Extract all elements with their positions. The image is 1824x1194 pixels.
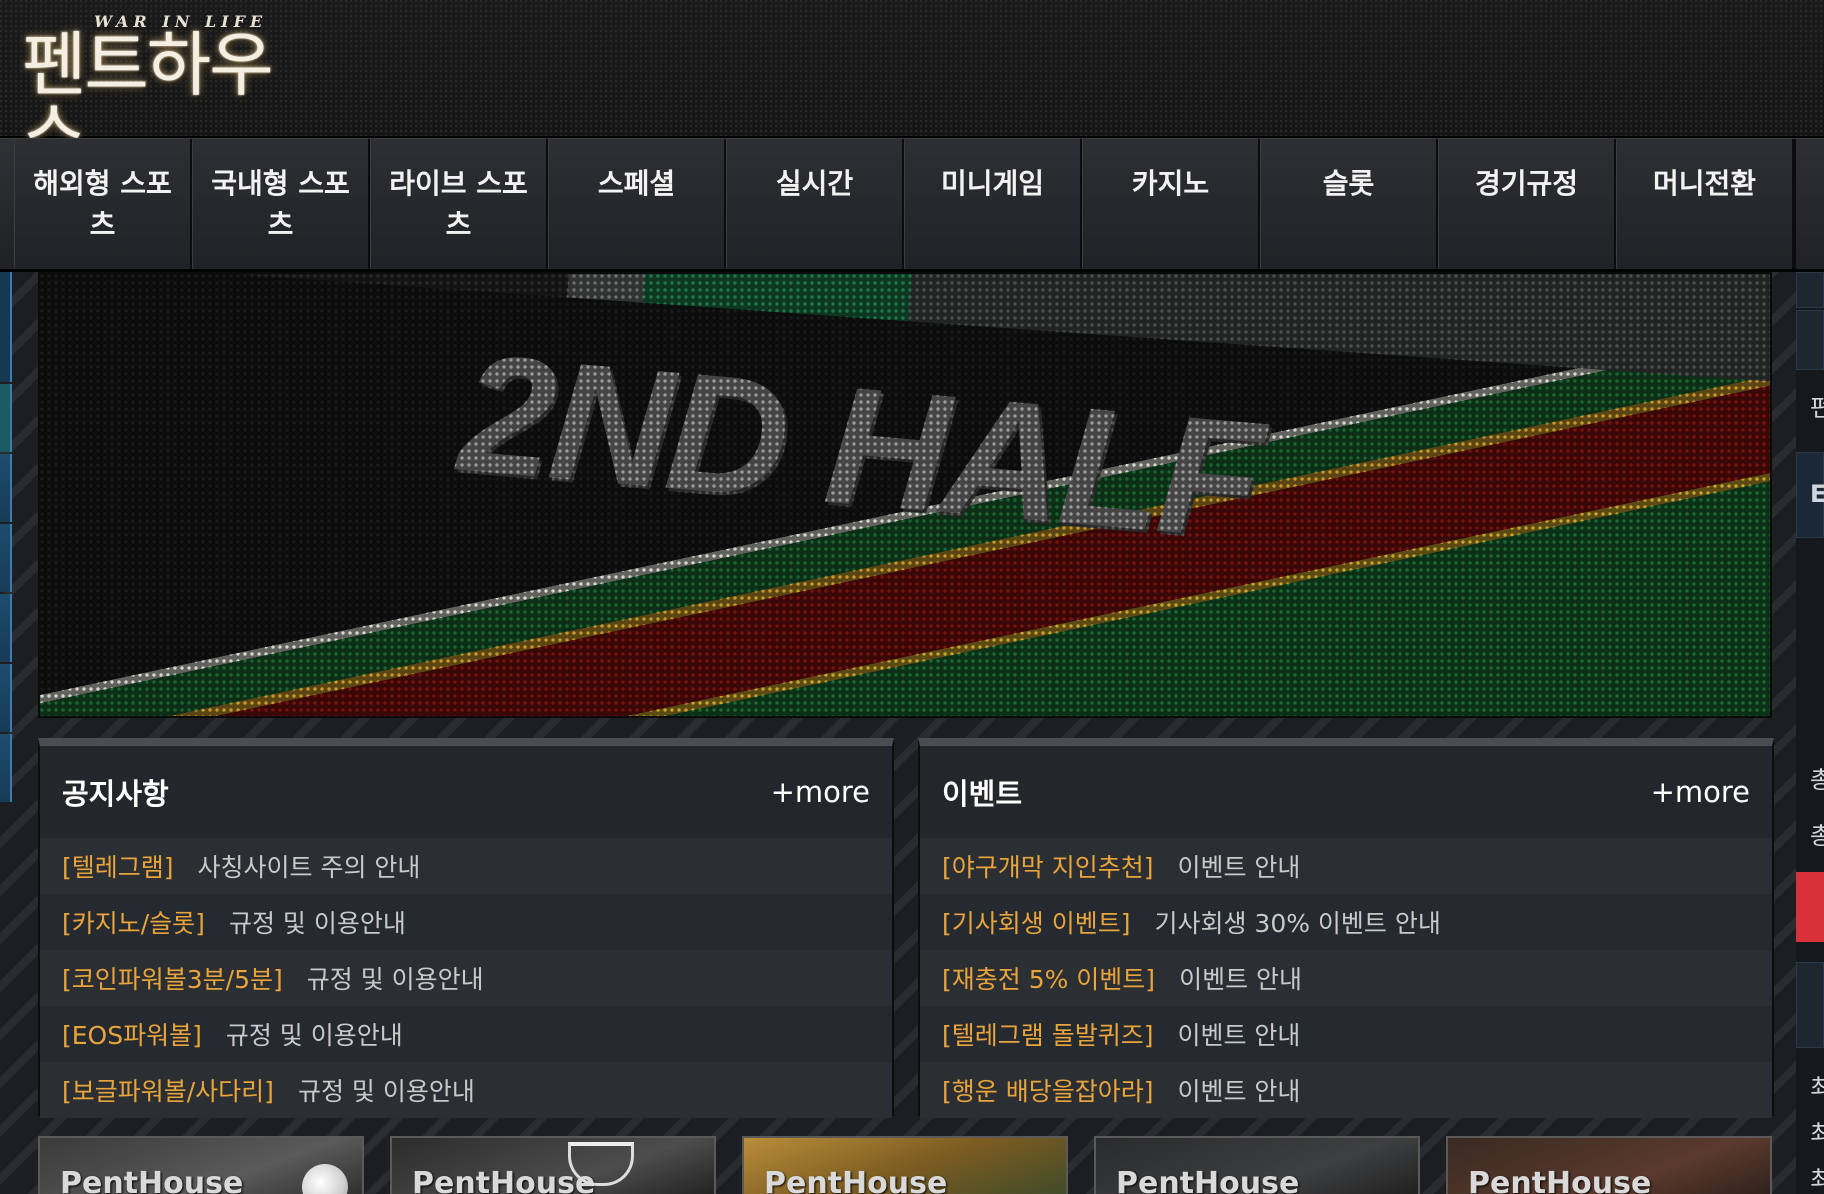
right-strip-text: E <box>1810 480 1824 508</box>
notice-title: 공지사항 <box>62 777 169 811</box>
notice-more-link[interactable]: +more <box>771 775 870 809</box>
event-row-tag: [텔레그램 돌발퀴즈] <box>942 1021 1154 1050</box>
nav-item-rules[interactable]: 경기규정 <box>1438 139 1616 269</box>
event-row-text: 이벤트 안내 <box>1177 1021 1301 1050</box>
left-strip-segment[interactable] <box>0 454 12 522</box>
nav-item-special[interactable]: 스페셜 <box>548 139 726 269</box>
game-tile-label: PentHouse <box>1116 1166 1300 1194</box>
nav-item-domestic-sports[interactable]: 국내형 스포츠 <box>192 139 370 269</box>
right-strip-text: 펀 <box>1810 394 1824 422</box>
event-more-link[interactable]: +more <box>1651 775 1750 809</box>
nav-item-overseas-sports[interactable]: 해외형 스포츠 <box>14 139 192 269</box>
notice-header: 공지사항 +more <box>40 746 892 838</box>
left-strip-segment[interactable] <box>0 664 12 732</box>
nav-item-realtime[interactable]: 실시간 <box>726 139 904 269</box>
notice-row-tag: [EOS파워볼] <box>62 1021 202 1050</box>
event-title: 이벤트 <box>942 777 1023 811</box>
right-strip-text: 최 <box>1810 1166 1824 1194</box>
notice-row-text: 규정 및 이용안내 <box>228 909 406 938</box>
page: WAR IN LIFE 펜트하우스 해외형 스포츠 국내형 스포츠 라이브 스포… <box>0 0 1824 1194</box>
right-strip-text: 총 <box>1810 822 1824 850</box>
notice-row[interactable]: [코인파워볼3분/5분] 규정 및 이용안내 <box>40 950 892 1006</box>
game-tile-label: PentHouse <box>412 1166 596 1194</box>
header: WAR IN LIFE 펜트하우스 <box>0 0 1824 170</box>
left-strip-segment[interactable] <box>0 594 12 662</box>
notice-row-text: 규정 및 이용안내 <box>225 1021 403 1050</box>
right-strip-block[interactable] <box>1796 272 1824 308</box>
game-tile-slot[interactable]: PentHouse <box>1094 1136 1420 1194</box>
notice-row[interactable]: [카지노/슬롯] 규정 및 이용안내 <box>40 894 892 950</box>
event-row[interactable]: [재충전 5% 이벤트] 이벤트 안내 <box>920 950 1772 1006</box>
game-tile-soccer[interactable]: PentHouse <box>38 1136 364 1194</box>
notice-row[interactable]: [보글파워볼/사다리] 규정 및 이용안내 <box>40 1062 892 1118</box>
event-row-tag: [기사회생 이벤트] <box>942 909 1131 938</box>
nav-edge <box>1794 139 1824 269</box>
event-row[interactable]: [텔레그램 돌발퀴즈] 이벤트 안내 <box>920 1006 1772 1062</box>
notice-panel: 공지사항 +more [텔레그램] 사칭사이트 주의 안내 [카지노/슬롯] 규… <box>38 738 894 1118</box>
event-row[interactable]: [야구개막 지인추천] 이벤트 안내 <box>920 838 1772 894</box>
main-nav: 해외형 스포츠 국내형 스포츠 라이브 스포츠 스페셜 실시간 미니게임 카지노… <box>0 138 1824 272</box>
notice-row-text: 사칭사이트 주의 안내 <box>197 853 421 882</box>
event-row-text: 이벤트 안내 <box>1177 1077 1301 1106</box>
soccer-ball-icon <box>302 1164 348 1194</box>
notice-row[interactable]: [EOS파워볼] 규정 및 이용안내 <box>40 1006 892 1062</box>
banner-title: 2ND HALF <box>453 317 1266 575</box>
notice-row[interactable]: [텔레그램] 사칭사이트 주의 안내 <box>40 838 892 894</box>
event-row[interactable]: [기사회생 이벤트] 기사회생 30% 이벤트 안내 <box>920 894 1772 950</box>
right-strip-red-button[interactable] <box>1796 872 1824 942</box>
nav-item-casino[interactable]: 카지노 <box>1082 139 1260 269</box>
event-list: [야구개막 지인추천] 이벤트 안내 [기사회생 이벤트] 기사회생 30% 이… <box>920 838 1772 1118</box>
left-strip-segment[interactable] <box>0 734 12 802</box>
left-strip-segment[interactable] <box>0 272 12 382</box>
right-strip-text: 총 <box>1810 766 1824 794</box>
event-row-text: 기사회생 30% 이벤트 안내 <box>1154 909 1441 938</box>
game-tile-label: PentHouse <box>764 1166 948 1194</box>
right-strip-text: 최 <box>1810 1074 1824 1102</box>
left-strip-segment[interactable] <box>0 384 12 452</box>
left-strip-segment[interactable] <box>0 524 12 592</box>
event-row-text: 이벤트 안내 <box>1179 965 1303 994</box>
notice-row-tag: [코인파워볼3분/5분] <box>62 965 283 994</box>
event-row-tag: [재충전 5% 이벤트] <box>942 965 1156 994</box>
event-row-tag: [야구개막 지인추천] <box>942 853 1154 882</box>
notice-row-text: 규정 및 이용안내 <box>306 965 484 994</box>
nav-item-minigame[interactable]: 미니게임 <box>904 139 1082 269</box>
game-tile-minigame[interactable]: PentHouse <box>1446 1136 1772 1194</box>
site-logo[interactable]: WAR IN LIFE 펜트하우스 <box>22 4 282 170</box>
right-strip-block[interactable] <box>1796 962 1824 1048</box>
notice-row-tag: [카지노/슬롯] <box>62 909 205 938</box>
notice-row-tag: [보글파워볼/사다리] <box>62 1077 274 1106</box>
hero-banner[interactable]: 2ND HALF <box>38 272 1772 718</box>
event-row-tag: [행운 배당을잡아라] <box>942 1077 1154 1106</box>
event-row[interactable]: [행운 배당을잡아라] 이벤트 안내 <box>920 1062 1772 1118</box>
right-sidebar-strip: 펀 E 총 총 최 최 최 <box>1796 272 1824 1194</box>
event-header: 이벤트 +more <box>920 746 1772 838</box>
game-tile-casino[interactable]: PentHouse <box>742 1136 1068 1194</box>
nav-item-slot[interactable]: 슬롯 <box>1260 139 1438 269</box>
nav-item-money-exchange[interactable]: 머니전환 <box>1616 139 1794 269</box>
notice-row-tag: [텔레그램] <box>62 853 174 882</box>
nav-item-live-sports[interactable]: 라이브 스포츠 <box>370 139 548 269</box>
right-strip-text: 최 <box>1810 1120 1824 1148</box>
game-tile-label: PentHouse <box>60 1166 244 1194</box>
right-strip-block[interactable] <box>1796 310 1824 370</box>
game-tile-label: PentHouse <box>1468 1166 1652 1194</box>
event-panel: 이벤트 +more [야구개막 지인추천] 이벤트 안내 [기사회생 이벤트] … <box>918 738 1774 1118</box>
event-row-text: 이벤트 안내 <box>1177 853 1301 882</box>
notice-list: [텔레그램] 사칭사이트 주의 안내 [카지노/슬롯] 규정 및 이용안내 [코… <box>40 838 892 1118</box>
game-tiles: PentHouse PentHouse PentHouse PentHouse … <box>38 1136 1772 1194</box>
game-tile-basketball[interactable]: PentHouse <box>390 1136 716 1194</box>
notice-row-text: 규정 및 이용안내 <box>297 1077 475 1106</box>
left-sidebar-strip <box>0 272 12 872</box>
